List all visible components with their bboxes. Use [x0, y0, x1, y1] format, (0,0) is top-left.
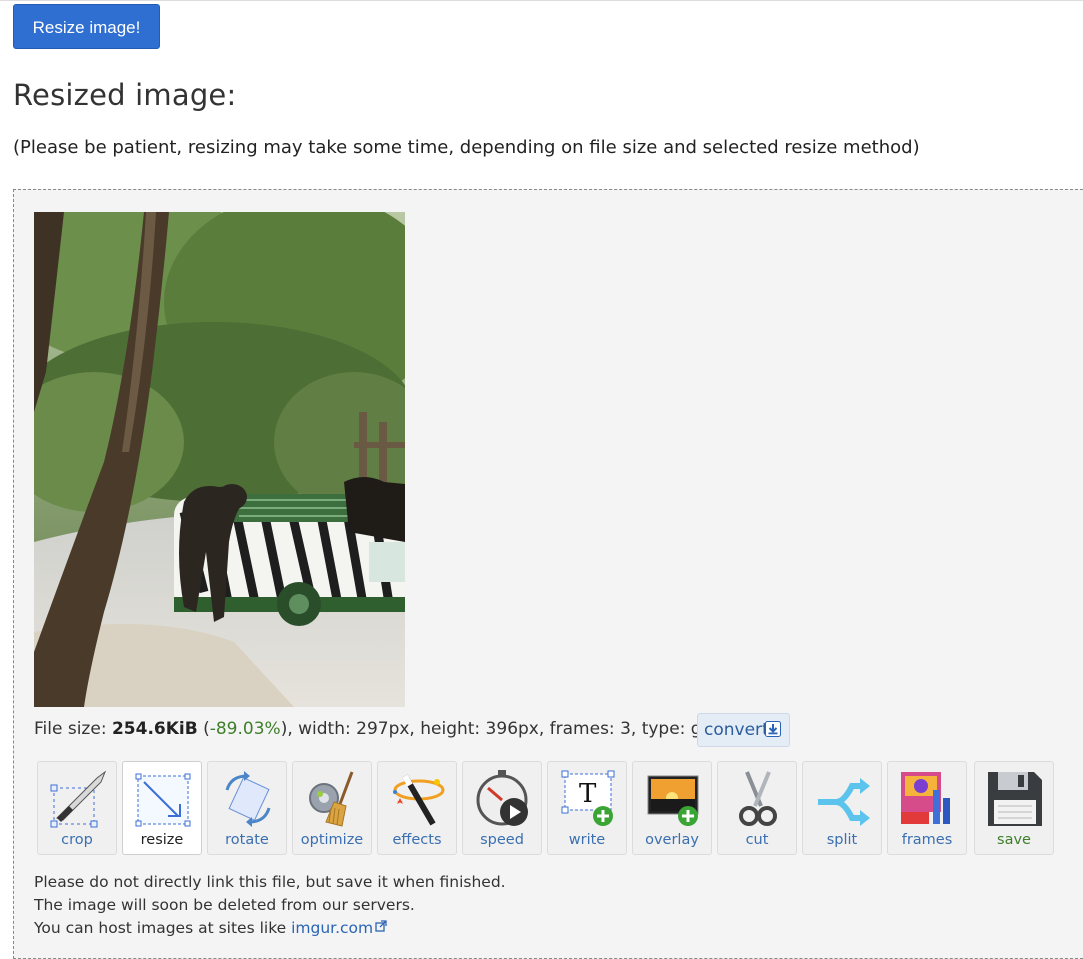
frames-label: frames: [901, 832, 953, 848]
crop-label: crop: [61, 832, 93, 848]
file-info: File size: 254.6KiB (-89.03%), width: 29…: [34, 719, 712, 739]
speed-icon: [476, 770, 528, 826]
cut-label: cut: [745, 832, 769, 848]
download-icon: [765, 721, 781, 737]
file-size-value: 254.6KiB: [111, 719, 198, 739]
footer-line-2: The image will soon be deleted from our …: [34, 896, 415, 914]
imgur-link[interactable]: imgur.com: [291, 919, 373, 937]
rotate-tool[interactable]: rotate: [207, 761, 287, 855]
overlay-tool[interactable]: overlay: [632, 761, 712, 855]
scissors-icon: [739, 771, 777, 826]
optimize-label: optimize: [300, 832, 364, 848]
split-label: split: [826, 832, 858, 848]
speed-label: speed: [480, 832, 524, 848]
resize-image-button[interactable]: Resize image!: [13, 4, 160, 49]
convert-button[interactable]: convert: [697, 713, 790, 747]
rotate-label: rotate: [225, 832, 269, 848]
resized-image-preview: [34, 212, 405, 707]
frames-icon: [901, 772, 950, 824]
resize-icon: [135, 773, 191, 827]
write-label: write: [568, 832, 606, 848]
cut-tool[interactable]: cut: [717, 761, 797, 855]
convert-label: convert: [704, 720, 769, 740]
frames-tool[interactable]: frames: [887, 761, 967, 855]
page-heading: Resized image:: [13, 78, 237, 112]
footer-line-3: You can host images at sites like imgur.…: [34, 919, 387, 937]
external-link-icon: [375, 920, 387, 932]
effects-icon: [393, 774, 445, 826]
resize-label: resize: [140, 832, 184, 848]
overlay-icon: [647, 775, 699, 826]
size-change-percent: -89.03%: [209, 719, 281, 739]
effects-tool[interactable]: effects: [377, 761, 457, 855]
split-tool[interactable]: split: [802, 761, 882, 855]
footer-line-3-text: You can host images at sites like: [34, 919, 292, 937]
effects-label: effects: [392, 832, 442, 848]
file-size-label: File size:: [34, 719, 112, 739]
footer-line-1: Please do not directly link this file, b…: [34, 873, 506, 891]
floppy-disk-icon: [988, 772, 1042, 826]
save-label: save: [997, 832, 1031, 848]
optimize-tool[interactable]: optimize: [292, 761, 372, 855]
write-icon: T: [561, 770, 615, 826]
image-dimensions: ), width: 297px, height: 396px, frames: …: [280, 719, 713, 739]
split-icon: [818, 778, 870, 826]
paren-open: (: [197, 719, 210, 739]
top-divider: [0, 0, 1083, 1]
save-tool[interactable]: save: [974, 761, 1054, 855]
optimize-icon: [309, 771, 354, 827]
crop-icon: [50, 770, 107, 828]
patience-note: (Please be patient, resizing may take so…: [13, 137, 920, 158]
write-tool[interactable]: T write: [547, 761, 627, 855]
speed-tool[interactable]: speed: [462, 761, 542, 855]
rotate-icon: [225, 771, 271, 827]
svg-text:T: T: [579, 779, 597, 809]
resize-tool[interactable]: resize: [122, 761, 202, 855]
overlay-label: overlay: [645, 832, 699, 848]
crop-tool[interactable]: crop: [37, 761, 117, 855]
